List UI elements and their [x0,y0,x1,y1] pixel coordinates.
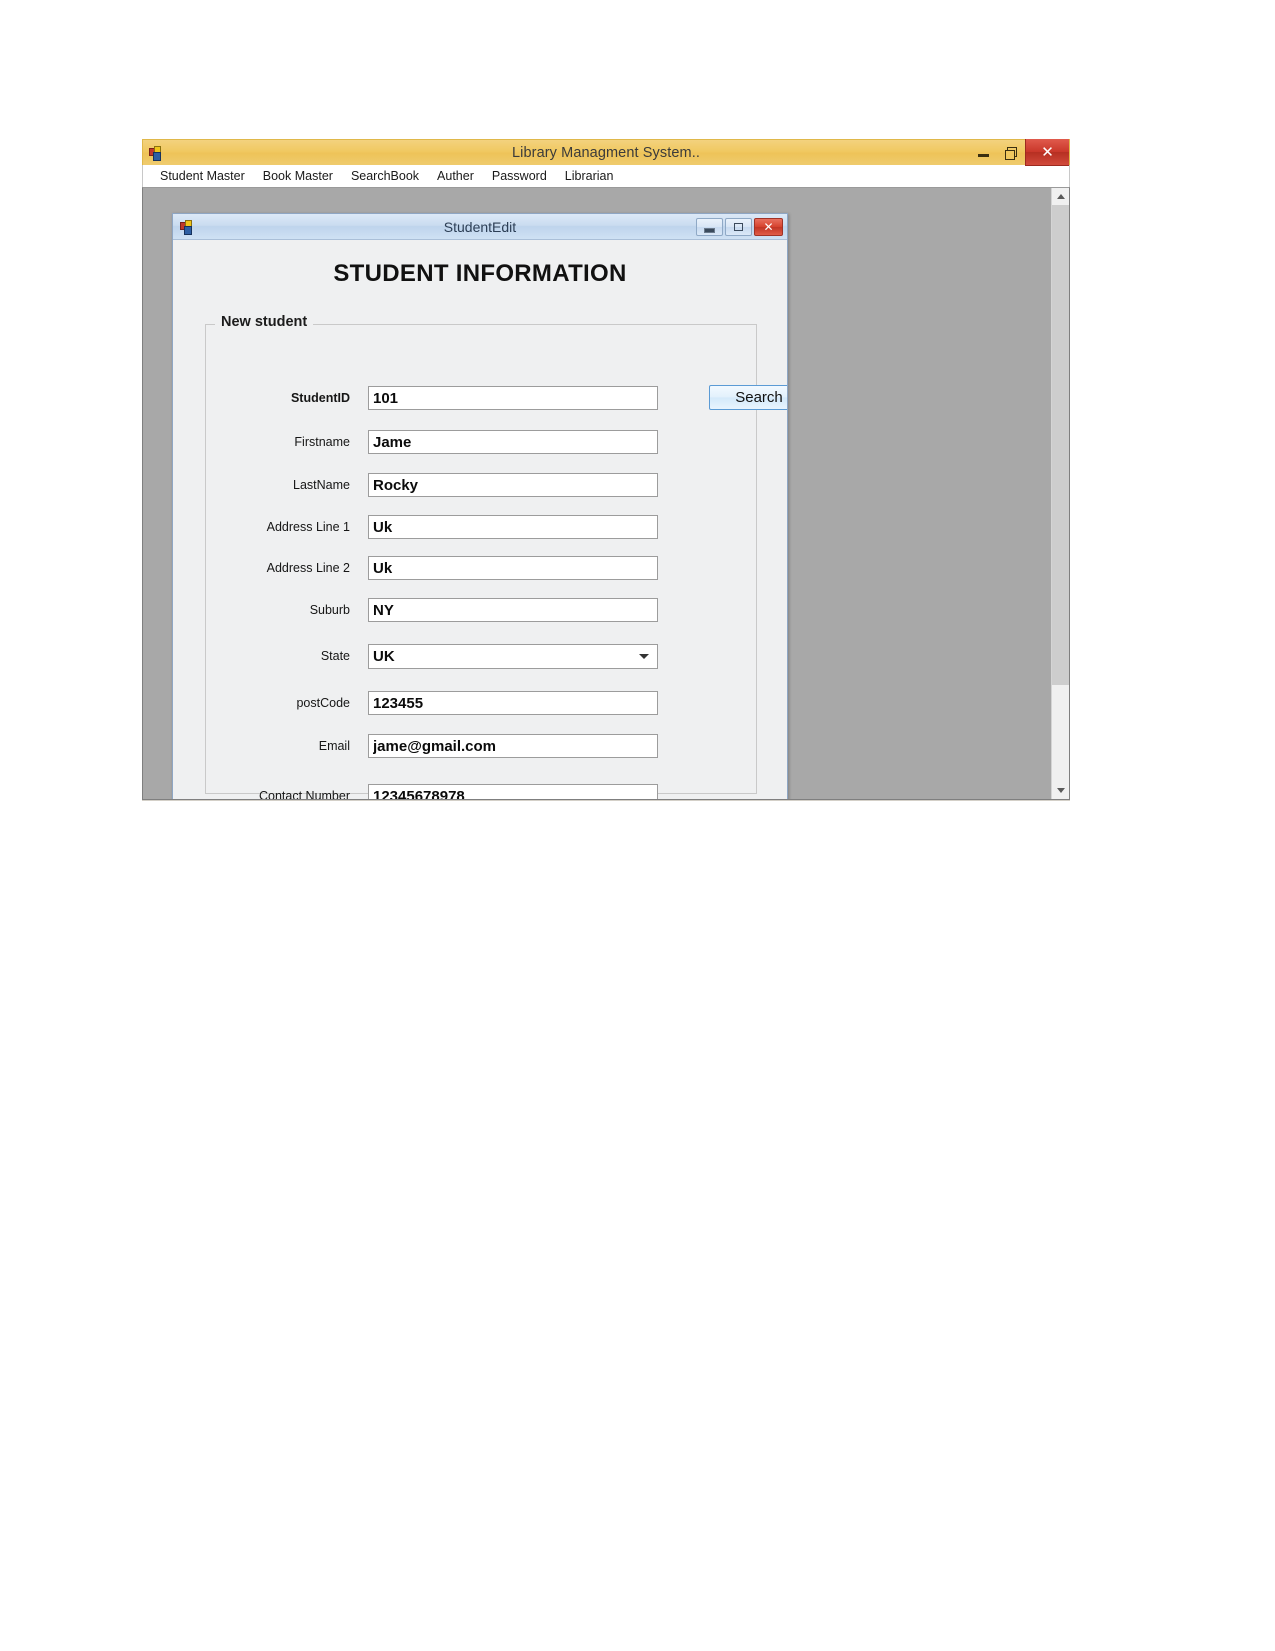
menu-item-password[interactable]: Password [483,167,556,185]
chevron-down-icon [1056,788,1065,793]
input-postcode[interactable] [368,691,658,715]
vertical-scrollbar[interactable] [1051,188,1069,799]
search-button[interactable]: Search [709,385,787,410]
field-row-suburb: Suburb [218,597,763,623]
field-row-contact-number: Contact Number [218,783,763,800]
label-address-line-1: Address Line 1 [266,520,350,534]
application-window: Library Managment System.. ✕ Student Mas… [142,139,1070,801]
menu-item-librarian[interactable]: Librarian [556,167,623,185]
maximize-icon [734,222,743,231]
form-title: StudentEdit [443,218,517,235]
input-suburb[interactable] [368,598,658,622]
window-controls: ✕ [969,139,1069,166]
minimize-icon [704,227,715,233]
label-email: Email [318,739,350,753]
input-address-line-2[interactable] [368,556,658,580]
input-address-line-1[interactable] [368,515,658,539]
field-row-address-line-1: Address Line 1 [218,514,763,540]
page-title: STUDENT INFORMATION [333,260,627,287]
minimize-icon [977,154,989,157]
menu-item-book-master[interactable]: Book Master [254,167,342,185]
chevron-up-icon [1056,194,1065,199]
form-icon [179,219,195,235]
form-close-button[interactable]: ✕ [754,217,783,236]
scroll-up-button[interactable] [1052,188,1069,205]
input-email[interactable] [368,734,658,758]
menu-item-auther[interactable]: Auther [428,167,483,185]
menu-bar: Student Master Book Master SearchBook Au… [142,165,1070,187]
scrollbar-thumb[interactable] [1052,205,1069,685]
input-lastname[interactable] [368,473,658,497]
label-state: State [320,649,350,663]
field-row-studentid: StudentID Search [218,385,787,411]
chevron-down-icon [639,654,649,659]
field-row-state: State UK [218,643,763,669]
label-lastname: LastName [293,478,350,492]
label-contact-number: Contact Number [258,789,350,800]
field-row-firstname: Firstname [218,429,763,455]
mdi-client-area: StudentEdit ✕ STUDENT INFORMATION New st… [142,187,1070,800]
field-row-email: Email [218,733,763,759]
label-studentid: StudentID [290,391,350,405]
form-window-controls: ✕ [696,217,787,236]
input-firstname[interactable] [368,430,658,454]
close-button[interactable]: ✕ [1025,139,1069,166]
scrollbar-track[interactable] [1052,205,1069,782]
form-maximize-button[interactable] [725,217,752,236]
label-suburb: Suburb [309,603,350,617]
groupbox-legend: New student [215,314,314,330]
restore-button[interactable] [997,140,1025,165]
student-edit-form: StudentEdit ✕ STUDENT INFORMATION New st… [172,213,788,800]
select-state[interactable]: UK [368,643,658,669]
window-title: Library Managment System.. [512,144,700,161]
input-studentid[interactable] [368,386,658,410]
label-firstname: Firstname [294,435,350,449]
scroll-down-button[interactable] [1052,782,1069,799]
form-title-bar: StudentEdit ✕ [173,214,787,240]
menu-item-searchbook[interactable]: SearchBook [342,167,428,185]
form-body: STUDENT INFORMATION New student StudentI… [173,240,787,800]
form-minimize-button[interactable] [696,217,723,236]
field-row-address-line-2: Address Line 2 [218,555,763,581]
window-title-bar: Library Managment System.. ✕ [142,139,1070,166]
input-contact-number[interactable] [368,784,658,799]
menu-item-student-master[interactable]: Student Master [151,167,254,185]
label-postcode: postCode [296,696,350,710]
minimize-button[interactable] [969,140,997,165]
label-address-line-2: Address Line 2 [266,561,350,575]
restore-icon [1005,146,1017,160]
select-state-value: UK [373,647,395,665]
field-row-postcode: postCode [218,690,763,716]
application-icon [148,145,164,161]
field-row-lastname: LastName [218,472,763,498]
